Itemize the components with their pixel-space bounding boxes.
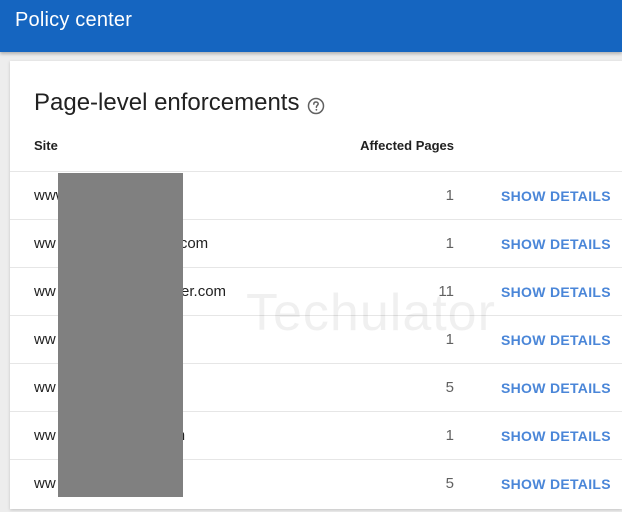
column-header-site: Site [34, 138, 58, 153]
show-details-button[interactable]: SHOW DETAILS [501, 284, 611, 300]
site-prefix: ww [34, 331, 56, 348]
show-details-button[interactable]: SHOW DETAILS [501, 428, 611, 444]
affected-pages-count: 1 [445, 235, 454, 252]
site-prefix: ww [34, 427, 56, 444]
affected-pages-count: 11 [438, 283, 454, 300]
site-prefix: ww [34, 283, 56, 300]
show-details-button[interactable]: SHOW DETAILS [501, 332, 611, 348]
show-details-button[interactable]: SHOW DETAILS [501, 380, 611, 396]
column-header-affected-pages: Affected Pages [360, 138, 454, 153]
show-details-button[interactable]: SHOW DETAILS [501, 236, 611, 252]
affected-pages-count: 1 [445, 427, 454, 444]
help-circle-icon[interactable] [307, 94, 325, 115]
site-prefix: ww [34, 475, 56, 492]
show-details-button[interactable]: SHOW DETAILS [501, 476, 611, 492]
redaction-block [58, 173, 183, 497]
enforcements-card: Page-level enforcements Site Affected Pa… [10, 61, 622, 509]
affected-pages-count: 5 [445, 379, 454, 396]
app-title: Policy center [15, 9, 133, 31]
affected-pages-count: 1 [445, 187, 454, 204]
site-prefix: ww [34, 379, 56, 396]
show-details-button[interactable]: SHOW DETAILS [501, 188, 611, 204]
site-cell: ww [34, 475, 56, 492]
site-prefix: ww [34, 235, 56, 252]
site-cell: ww [34, 331, 56, 348]
app-bar: Policy center [0, 0, 622, 52]
affected-pages-count: 1 [445, 331, 454, 348]
card-title-container: Page-level enforcements [34, 89, 325, 117]
site-cell: ww [34, 379, 56, 396]
affected-pages-count: 5 [445, 475, 454, 492]
card-title: Page-level enforcements [34, 89, 300, 116]
